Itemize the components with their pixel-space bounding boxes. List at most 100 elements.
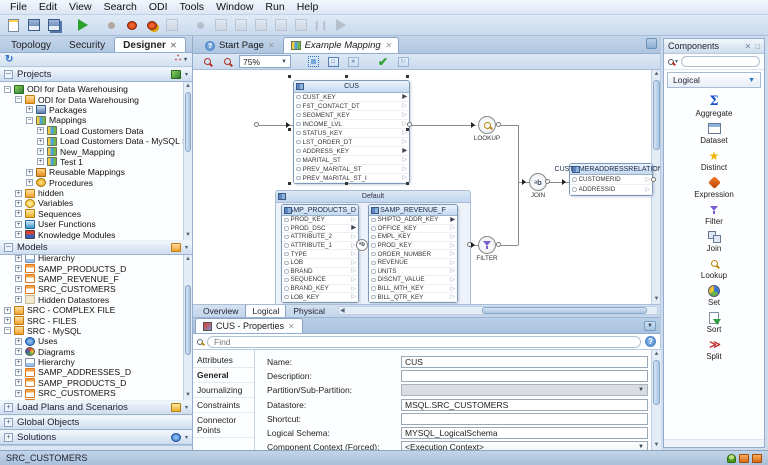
tree-item[interactable]: +Packages [2,105,192,115]
datastore-samp_revenue_f[interactable]: SAMP_REVENUE_FSHIPTO_ADDR_KEY▶OFFICE_KEY… [368,204,458,303]
expand-icon[interactable]: + [15,286,22,293]
pause-button[interactable]: ❙❙ [312,17,329,33]
expand-icon[interactable]: + [15,231,22,238]
collapse-all-button[interactable]: ■ [345,55,361,68]
field-shortcut[interactable] [401,413,648,425]
tree-item[interactable]: +Diagrams [2,347,192,357]
attribute-row[interactable]: DISCNT_VALUE▷ [369,276,457,285]
attribute-row[interactable]: PREV_MARITAL_ST▷ [294,165,409,174]
expand-icon[interactable]: + [15,255,22,262]
new-project-icon[interactable] [171,70,181,79]
tree-item[interactable]: +SAMP_PRODUCTS_D [2,378,192,388]
close-icon[interactable]: ✕ [170,41,177,50]
run-to-cursor-button[interactable] [292,17,309,33]
close-icon[interactable]: ✕ [385,41,392,50]
attribute-row[interactable]: STATUS_KEY▷ [294,129,409,138]
resume-button[interactable] [332,17,349,33]
section-icon[interactable] [171,403,181,412]
expand-icon[interactable]: + [15,210,22,217]
properties-menu-button[interactable]: ▼ [644,321,656,331]
expand-icon[interactable]: + [15,275,22,282]
run-button[interactable] [74,17,91,33]
debug-restart-button[interactable] [143,17,160,33]
component-sort[interactable]: Sort [664,310,764,337]
selection-handle[interactable] [288,182,291,185]
lookup-operator[interactable]: LOOKUP [457,116,517,142]
datastore-samp_products_d[interactable]: SAMP_PRODUCTS_DPROD_KEY▷PROD_DSC▶ATTRIBU… [281,204,359,303]
expand-icon[interactable]: + [15,265,22,272]
input-connector-pin[interactable] [471,122,475,128]
attribute-row[interactable]: FST_CONTACT_DT▷ [294,102,409,111]
input-connector-pin[interactable] [522,179,526,185]
attribute-row[interactable]: BILL_QTR_KEY▷ [369,293,457,302]
new-button[interactable] [5,17,22,33]
section-header-load-plans-and-scenarios[interactable]: +Load Plans and Scenarios▾ [0,400,192,415]
properties-nav-journalizing[interactable]: Journalizing [193,383,254,398]
find-input[interactable] [207,336,641,348]
attribute-row[interactable]: BILL_MTH_KEY▷ [369,285,457,294]
expand-icon[interactable]: + [37,148,44,155]
attribute-row[interactable]: LST_ORDER_DT▷ [294,138,409,147]
tree-item[interactable]: +New_Mapping [2,146,192,156]
expand-icon[interactable]: + [15,369,22,376]
attribute-row[interactable]: LOB▷ [282,259,358,268]
expand-icon[interactable]: + [15,221,22,228]
projects-menu-caret[interactable]: ▾ [185,71,188,78]
tree-item[interactable]: +SRC - COMPLEX FILE [2,305,192,315]
step-dot-button[interactable] [192,17,209,33]
component-join[interactable]: Join [664,229,764,256]
new-model-icon[interactable] [171,243,181,252]
component-set[interactable]: Set [664,283,764,310]
component-split[interactable]: ≫Split [664,337,764,364]
tree-item[interactable]: +Load Customers Data [2,126,192,136]
tree-item[interactable]: −ODI for Data Warehousing [2,94,192,104]
designer-views-icon[interactable]: ∴ ▾ [175,54,187,65]
properties-nav-constraints[interactable]: Constraints [193,398,254,413]
attribute-row[interactable]: TYPE▷ [282,250,358,259]
tree-item[interactable]: +SRC - FILES [2,315,192,325]
input-connector-pin[interactable] [286,122,290,128]
component-filter[interactable]: Filter [664,202,764,229]
field-partition-sub-partition[interactable]: ▼ [401,384,648,396]
tree-item[interactable]: +Hierarchy [2,357,192,367]
tree-item[interactable]: +SAMP_ADDRESSES_D [2,367,192,377]
collapse-icon[interactable]: − [4,86,11,93]
selection-handle[interactable] [345,182,348,185]
menu-run[interactable]: Run [259,1,290,13]
expand-icon[interactable]: + [37,158,44,165]
tree-item[interactable]: +Test 1 [2,157,192,167]
attribute-row[interactable]: SEQUENCE▷ [282,276,358,285]
tree-item[interactable]: −SRC - MySQL [2,326,192,336]
field-datastore[interactable]: MSQL.SRC_CUSTOMERS [401,399,648,411]
tree-item[interactable]: +Load Customers Data - MySQL Source [2,136,192,146]
components-search-input[interactable] [681,56,760,67]
input-connector-pin[interactable] [471,242,475,248]
menu-tools[interactable]: Tools [174,1,211,13]
attribute-row[interactable]: INCOME_LVL▷ [294,120,409,129]
output-connector-pin[interactable] [545,179,550,184]
output-connector-pin[interactable] [651,177,656,182]
expand-icon[interactable]: + [37,127,44,134]
datastore-customeraddressrelations[interactable]: CUSTOMERADDRESSRELATIONSCUSTOMERID▷ADDRE… [569,163,653,196]
expand-icon[interactable]: + [4,403,13,412]
tree-item[interactable]: +SRC_CUSTOMERS [2,388,192,398]
close-icon[interactable]: ✕ [288,322,295,331]
attribute-row[interactable]: ATTRIBUTE_2▷ [282,233,358,242]
collapse-icon[interactable]: − [15,96,22,103]
edit-run-config-button[interactable] [163,17,180,33]
refresh-icon[interactable]: ↻ [5,55,13,65]
tab-topology[interactable]: Topology [2,37,60,52]
tab-designer[interactable]: Designer✕ [114,37,186,52]
expand-icon[interactable]: + [4,317,11,324]
editor-tab-start-page[interactable]: ?Start Page✕ [197,37,283,53]
menu-window[interactable]: Window [210,1,259,13]
components-hscrollbar[interactable] [664,439,764,447]
attribute-row[interactable]: LOB_KEY▷ [282,293,358,302]
expand-icon[interactable]: + [15,200,22,207]
breakpoint-button[interactable] [103,17,120,33]
view-tab-overview[interactable]: Overview [196,304,245,317]
models-section-header[interactable]: ─ Models ▾ [0,240,192,255]
editor-tab-example-mapping[interactable]: Example Mapping✕ [283,37,400,53]
menu-help[interactable]: Help [291,1,325,13]
component-aggregate[interactable]: ΣAggregate [664,94,764,121]
